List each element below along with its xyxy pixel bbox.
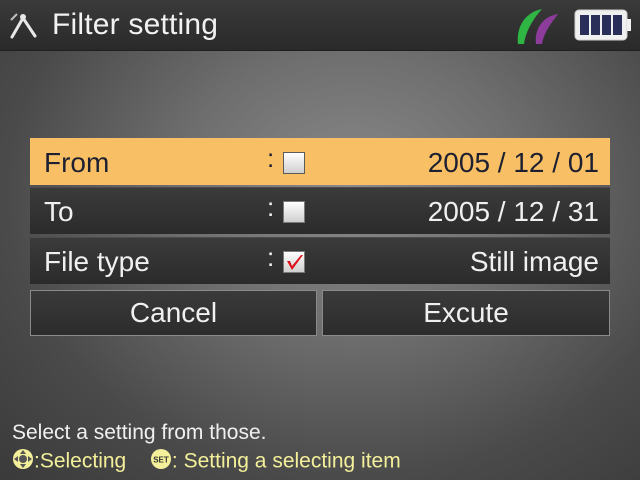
- check-mark-icon: [287, 255, 303, 270]
- filter-row-file-type[interactable]: File type : Still image: [30, 237, 610, 284]
- from-checkbox[interactable]: [283, 152, 305, 174]
- leaf-icon: [517, 9, 558, 44]
- execute-button[interactable]: Excute: [322, 290, 610, 336]
- dpad-hint-text: :Selecting: [34, 449, 127, 473]
- set-hint-text: : Setting a selecting item: [171, 449, 401, 473]
- cancel-button[interactable]: Cancel: [30, 290, 317, 336]
- dpad-icon: [13, 449, 33, 470]
- from-date-value: 2005 / 12 / 01: [427, 147, 599, 178]
- page-title: Filter setting: [52, 8, 219, 41]
- help-text: Select a setting from those.: [12, 421, 267, 444]
- to-date-value: 2005 / 12 / 31: [427, 196, 599, 227]
- filter-row-to[interactable]: To : 2005 / 12 / 31: [30, 187, 610, 234]
- key-legend: :Selecting SET : Setting a selecting ite…: [12, 447, 401, 475]
- row-label: From: [44, 147, 110, 178]
- filter-tool-icon: [10, 13, 37, 39]
- row-separator: :: [267, 192, 275, 222]
- row-separator: :: [267, 242, 275, 272]
- file-type-checkbox[interactable]: [283, 251, 305, 273]
- battery-full-icon: [574, 9, 631, 41]
- row-separator: :: [267, 143, 275, 173]
- set-button-icon: SET: [150, 449, 171, 470]
- title-bar: Filter setting: [0, 0, 640, 51]
- file-type-value: Still image: [469, 246, 599, 277]
- to-checkbox[interactable]: [283, 201, 305, 223]
- set-key-label: SET: [153, 456, 169, 465]
- row-label: File type: [44, 246, 150, 277]
- row-label: To: [44, 196, 74, 227]
- filter-row-from[interactable]: From : 2005 / 12 / 01: [30, 138, 610, 185]
